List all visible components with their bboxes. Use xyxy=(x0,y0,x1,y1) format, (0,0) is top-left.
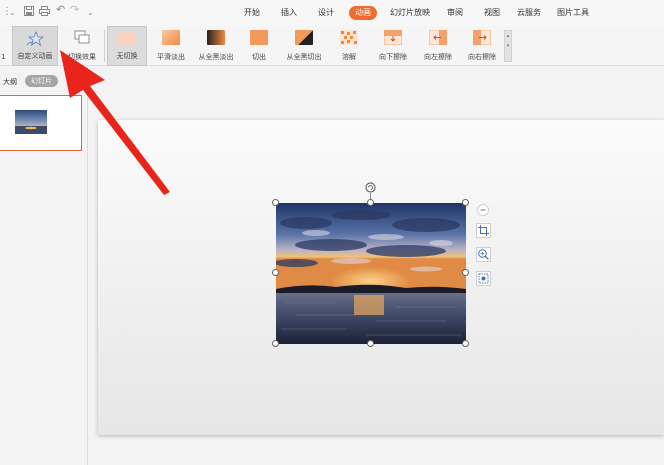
tab-insert[interactable]: 插入 xyxy=(281,7,297,19)
picture-effects-button[interactable] xyxy=(476,271,491,286)
rotate-handle-icon[interactable] xyxy=(365,182,376,193)
picture-effects-icon xyxy=(478,273,489,284)
tab-slideshow[interactable]: 幻灯片放映 xyxy=(390,7,430,19)
transition-cut-icon xyxy=(250,30,268,45)
save-icon[interactable] xyxy=(24,6,34,16)
transition-wipe-right[interactable]: 向右擦除 xyxy=(461,26,503,66)
zoom-picture-button[interactable] xyxy=(476,247,491,262)
transition-smooth-fade-label: 平滑淡出 xyxy=(157,53,185,61)
tab-design[interactable]: 设计 xyxy=(318,7,334,19)
transition-cut-label: 切出 xyxy=(252,53,266,61)
transition-wipe-left[interactable]: 向左擦除 xyxy=(417,26,459,66)
gallery-up-icon[interactable]: ▴ xyxy=(505,31,511,41)
top-menu-bar: ⋮ ⌄ ↶ ↷ ⌄ 开始 插入 设计 动画 幻灯片放映 审阅 视图 云服务 图片… xyxy=(0,0,664,26)
wipe-right-icon xyxy=(472,29,492,49)
gallery-down-icon[interactable]: ▾ xyxy=(505,41,511,51)
star-animation-icon xyxy=(26,30,45,51)
transition-none-label: 无切换 xyxy=(116,52,138,60)
transition-cut[interactable]: 切出 xyxy=(241,26,277,66)
transition-cut-from-black-icon xyxy=(295,30,313,45)
transition-wipe-down[interactable]: 向下擦除 xyxy=(372,26,414,66)
resize-handle-top-right[interactable] xyxy=(462,199,469,206)
custom-animation-button[interactable]: 自定义动画 xyxy=(12,26,58,66)
crop-icon xyxy=(478,225,489,236)
minus-icon xyxy=(480,209,486,211)
resize-handle-top[interactable] xyxy=(367,199,374,206)
selected-picture[interactable] xyxy=(276,203,466,344)
transition-wipe-right-label: 向右擦除 xyxy=(468,53,496,61)
transition-wipe-down-label: 向下擦除 xyxy=(379,53,407,61)
tab-home[interactable]: 开始 xyxy=(244,7,260,19)
transition-cut-from-black[interactable]: 从全黑切出 xyxy=(281,26,327,66)
transition-wipe-left-label: 向左擦除 xyxy=(424,53,452,61)
slide-panel: 大纲 幻灯片 xyxy=(0,67,88,465)
tab-picture-tools[interactable]: 图片工具 xyxy=(557,7,589,19)
tab-view[interactable]: 视图 xyxy=(484,7,500,19)
collapse-toolbar-button[interactable] xyxy=(477,204,489,216)
outline-tab[interactable]: 大纲 xyxy=(3,77,17,87)
tab-animation[interactable]: 动画 xyxy=(349,6,377,20)
transition-none-icon xyxy=(118,31,136,46)
wipe-down-icon xyxy=(383,29,403,49)
transition-fade-from-black-icon xyxy=(207,30,225,45)
animation-ribbon: 1 自定义动画 切换效果 无切换 平滑淡出 从全黑淡出 切出 从全黑切出 溶解 … xyxy=(0,26,664,66)
print-icon[interactable] xyxy=(39,6,50,16)
sunset-lake-image xyxy=(276,203,466,344)
slides-tab[interactable]: 幻灯片 xyxy=(25,75,58,87)
crop-button[interactable] xyxy=(476,223,491,238)
ribbon-truncated-button[interactable]: 1 xyxy=(0,26,10,66)
resize-handle-top-left[interactable] xyxy=(272,199,279,206)
transition-fade-from-black-label: 从全黑淡出 xyxy=(198,53,234,61)
transition-smooth-fade-icon xyxy=(162,30,180,45)
redo-icon[interactable]: ↷ xyxy=(70,4,79,16)
tab-cloud-service[interactable]: 云服务 xyxy=(517,7,541,19)
resize-handle-bottom[interactable] xyxy=(367,340,374,347)
switch-effect-icon xyxy=(74,30,90,49)
slide-thumbnail-1[interactable] xyxy=(0,95,82,151)
ribbon-divider xyxy=(104,30,105,62)
wipe-left-icon xyxy=(428,29,448,49)
presentation-app-window: ⋮ ⌄ ↶ ↷ ⌄ 开始 插入 设计 动画 幻灯片放映 审阅 视图 云服务 图片… xyxy=(0,0,664,465)
transition-dissolve-icon xyxy=(340,30,358,49)
undo-icon[interactable]: ↶ xyxy=(56,4,65,16)
tab-review[interactable]: 审阅 xyxy=(447,7,463,19)
ribbon-gallery-scroll[interactable]: ▴ ▾ xyxy=(504,30,512,62)
sunset-thumbnail-image xyxy=(15,110,47,134)
chevron-down-icon[interactable]: ⌄ xyxy=(9,7,16,19)
transition-cut-from-black-label: 从全黑切出 xyxy=(286,53,322,61)
resize-handle-bottom-left[interactable] xyxy=(272,340,279,347)
custom-animation-label: 自定义动画 xyxy=(17,52,53,60)
transition-fade-from-black[interactable]: 从全黑淡出 xyxy=(194,26,238,66)
resize-handle-right[interactable] xyxy=(462,269,469,276)
truncated-label: 1 xyxy=(1,53,6,61)
transition-dissolve-label: 溶解 xyxy=(342,53,356,61)
zoom-in-icon xyxy=(478,249,489,260)
customize-quick-access-icon[interactable]: ⌄ xyxy=(87,7,94,19)
transition-smooth-fade[interactable]: 平滑淡出 xyxy=(151,26,191,66)
resize-handle-bottom-right[interactable] xyxy=(462,340,469,347)
switch-effect-label: 切换效果 xyxy=(68,53,96,61)
transition-dissolve[interactable]: 溶解 xyxy=(331,26,367,66)
switch-effect-button[interactable]: 切换效果 xyxy=(62,26,102,66)
resize-handle-left[interactable] xyxy=(272,269,279,276)
transition-none[interactable]: 无切换 xyxy=(107,26,147,66)
